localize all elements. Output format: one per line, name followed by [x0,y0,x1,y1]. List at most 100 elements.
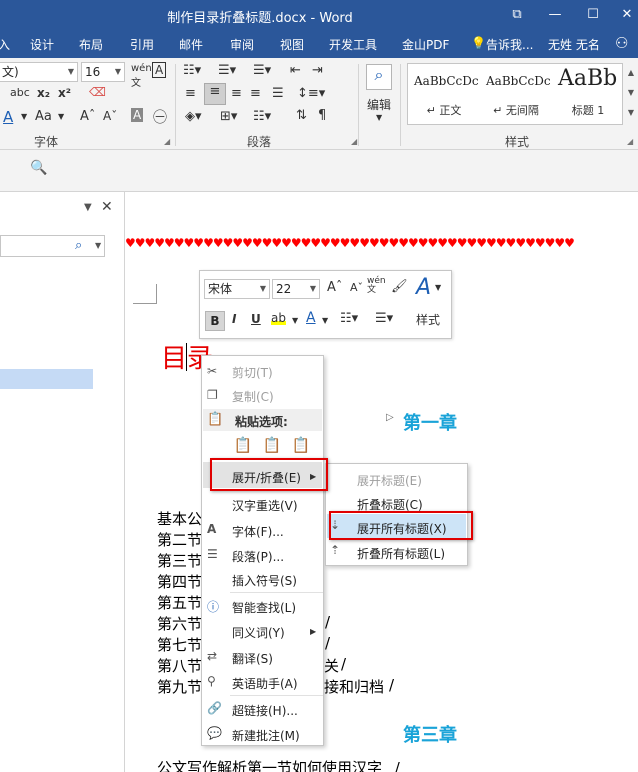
align-center-icon[interactable]: ≡ [204,83,226,105]
tab-developer[interactable]: 开发工具 [329,36,377,53]
tab-review[interactable]: 审阅 [230,36,254,53]
menu-translate[interactable]: 翻译(S) [232,650,273,667]
numbering-icon[interactable]: ☰▾ [218,63,236,78]
submenu-expand-heading[interactable]: 展开标题(E) [357,472,422,489]
tell-me-box[interactable]: 告诉我... [486,36,533,53]
borders-icon[interactable]: ⊞▾ [220,109,237,124]
close-icon[interactable]: ✕ [612,4,638,26]
maximize-icon[interactable]: ☐ [578,4,608,26]
highlight-icon[interactable]: ab [271,311,286,325]
shrink-font-icon[interactable]: Aˇ [103,109,117,123]
pinyin-guide-icon[interactable]: wén 文 [367,277,386,295]
shading-icon[interactable]: ◈▾ [185,109,202,124]
ribbon-display-icon[interactable]: ⧉ [502,4,532,26]
shrink-font-icon[interactable]: Aˇ [350,281,363,294]
paste-merge-format-icon[interactable]: 📋 [261,436,283,460]
bullets-icon[interactable]: ☷▾ [340,311,358,326]
minimize-icon[interactable]: — [540,4,570,26]
font-name-combo[interactable]: 文) ▼ [0,62,78,82]
char-shading-icon[interactable]: A [131,108,144,122]
format-painter-icon[interactable]: 🖌 [391,279,408,294]
search-icon[interactable]: ⌕ [75,238,82,253]
superscript-icon[interactable]: x² [58,86,71,100]
clear-format-icon[interactable]: ⌫ [89,85,106,99]
user-name[interactable]: 无姓 无名 [548,36,600,53]
tab-mailings[interactable]: 邮件 [179,36,203,53]
menu-english-assistant[interactable]: 英语助手(A) [232,675,298,692]
mini-size-combo[interactable]: 22 ▼ [272,279,320,299]
tab-design[interactable]: 设计 [30,36,54,53]
menu-font[interactable]: 字体(F)... [232,523,284,540]
styles-scroll[interactable]: ▲ ▼ ▼ [624,63,638,125]
decrease-indent-icon[interactable]: ⇤ [290,63,301,78]
close-pane-icon[interactable]: ✕ [101,199,113,215]
dialog-launcher-icon[interactable]: ◢ [351,137,357,146]
multilevel-list-icon[interactable]: ☰▾ [253,63,271,78]
font-size-combo[interactable]: 16 ▼ [81,62,125,82]
menu-new-comment[interactable]: 新建批注(M) [232,727,300,744]
dialog-launcher-icon[interactable]: ◢ [164,137,170,146]
bullets-icon[interactable]: ☷▾ [183,63,201,78]
menu-insert-symbol[interactable]: 插入符号(S) [232,572,297,589]
paste-keep-format-icon[interactable]: 📋 [232,436,254,460]
change-case-icon[interactable]: Aa [35,109,52,124]
chevron-down-icon[interactable]: ▼ [624,83,638,103]
align-left-icon[interactable]: ≡ [185,86,196,101]
search-icon[interactable]: ⌕ [366,64,392,90]
chapter-1-heading[interactable]: 第一章 [403,409,457,435]
align-right-icon[interactable]: ≡ [231,86,242,101]
nav-search-input[interactable]: ⌕ ▼ [0,235,105,257]
chevron-down-icon[interactable]: ▼ [322,316,328,325]
tab-partial[interactable]: 入 [0,36,10,53]
chapter-3-heading[interactable]: 第三章 [403,721,457,747]
line-spacing-icon[interactable]: ↕≡▾ [297,86,325,101]
dialog-launcher-icon[interactable]: ◢ [627,137,633,146]
menu-copy[interactable]: 复制(C) [232,388,274,405]
menu-reselect[interactable]: 汉字重选(V) [232,497,298,514]
more-icon[interactable]: ▼ [624,103,638,123]
mini-font-combo[interactable]: 宋体 ▼ [204,279,270,299]
nav-selected-heading[interactable] [0,369,93,389]
paragraph-mark-icon[interactable]: ¶ [318,108,326,123]
mini-styles-label[interactable]: 样式 [416,311,440,328]
menu-paragraph[interactable]: 段落(P)... [232,548,284,565]
grow-font-icon[interactable]: Aˆ [80,109,95,124]
show-marks-icon[interactable]: ⇅ [296,108,307,123]
strikethrough-icon[interactable]: abc [10,86,30,99]
chevron-down-icon[interactable]: ▼ [84,202,92,213]
paste-text-only-icon[interactable]: 📋 [290,436,312,460]
numbering-icon[interactable]: ☰▾ [375,311,393,326]
style-normal[interactable]: AaBbCcDc ↵ 正文 [408,64,480,124]
style-heading-1[interactable]: AaBb 标题 1 [552,64,624,124]
style-no-spacing[interactable]: AaBbCcDc ↵ 无间隔 [480,64,552,124]
chevron-up-icon[interactable]: ▲ [624,63,638,83]
distributed-icon[interactable]: ☰ [272,86,284,101]
edit-button[interactable]: 编辑 [367,96,391,113]
underline-button[interactable]: U [251,312,261,326]
font-color-icon[interactable]: A [3,108,13,126]
grow-font-icon[interactable]: Aˆ [327,280,342,295]
chevron-down-icon[interactable]: ▼ [435,283,441,292]
increase-indent-icon[interactable]: ⇥ [312,63,323,78]
font-color-icon[interactable]: A [306,310,316,326]
menu-synonyms[interactable]: 同义词(Y) [232,624,285,641]
user-icon[interactable]: ⚇ [615,34,628,52]
char-border-icon[interactable]: A [152,62,167,78]
tab-kingsoft-pdf[interactable]: 金山PDF [402,36,449,53]
chevron-down-icon[interactable]: ▼ [95,241,101,250]
italic-button[interactable]: I [232,312,236,326]
menu-smart-lookup[interactable]: 智能查找(L) [232,599,296,616]
menu-hyperlink[interactable]: 超链接(H)... [232,702,298,719]
print-preview-icon[interactable]: 🔍 [30,160,47,176]
menu-cut[interactable]: 剪切(T) [232,364,273,381]
chevron-down-icon[interactable]: ▼ [58,112,64,121]
bold-button[interactable]: B [205,311,225,331]
pinyin-guide-icon[interactable]: wén 文 [131,63,152,89]
chevron-down-icon[interactable]: ▼ [292,316,298,325]
enclose-char-icon[interactable]: ㊀ [153,107,167,127]
tab-layout[interactable]: 布局 [79,36,103,53]
tab-references[interactable]: 引用 [130,36,154,53]
justify-icon[interactable]: ≡ [250,86,261,101]
styles-icon[interactable]: A [416,275,431,300]
chevron-down-icon[interactable]: ▼ [376,113,382,122]
